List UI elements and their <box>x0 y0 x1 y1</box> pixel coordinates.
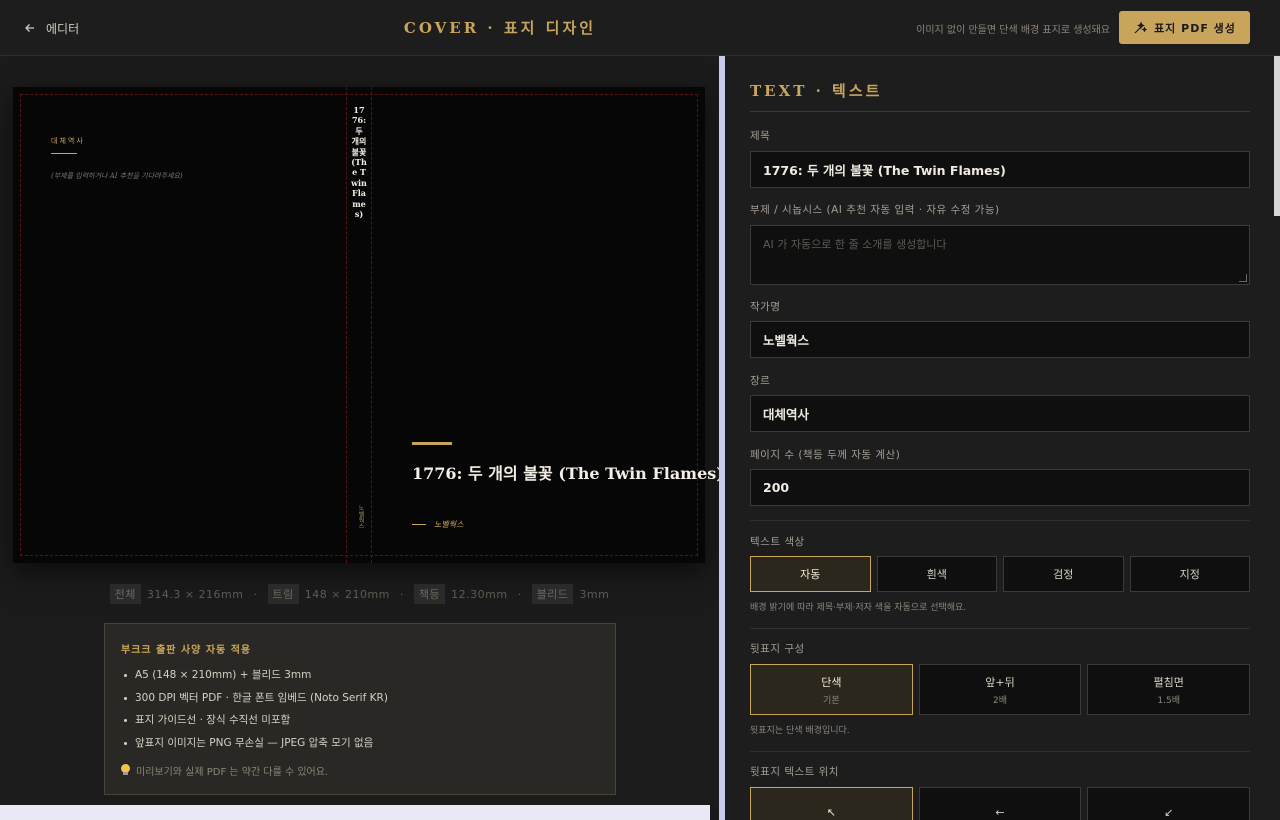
section-title: TEXT · 텍스트 <box>750 82 883 100</box>
subtitle-placeholder: AI 가 자동으로 한 줄 소개를 생성합니다 <box>763 238 947 251</box>
page-title: COVER · 표지 디자인 <box>403 19 597 37</box>
text-color-options: 자동 흰색 검정 지정 <box>750 556 1250 592</box>
subtitle-label: 부제 / 시놉시스 (AI 추천 자동 입력 · 자유 수정 가능) <box>750 204 1000 216</box>
publishing-spec-info: 부크크 출판 사양 자동 적용 A5 (148 × 210mm) + 블리드 3… <box>104 623 616 795</box>
genre-label: 장르 <box>750 375 771 387</box>
pdf-button-label: 표지 PDF 생성 <box>1154 21 1236 35</box>
front-cover-author: 노벨웍스 <box>412 519 463 530</box>
option-label: 단색 <box>821 675 842 689</box>
info-item: 표지 가이드선 · 장식 수직선 미포함 <box>121 713 599 736</box>
pages-input[interactable]: 200 <box>750 469 1250 506</box>
spec-value: 314.3 × 216mm <box>146 587 244 601</box>
spec-label: 전체 <box>109 584 141 604</box>
spec-separator: · <box>399 587 404 601</box>
spine-title: 1776: 두 개의 불꽃 (The Twin Flames) <box>351 105 370 220</box>
spine-guide-left <box>346 87 347 563</box>
sparkle-icon <box>1134 21 1148 33</box>
back-layout-spread[interactable]: 펼침면 1.5배 <box>1087 664 1251 715</box>
back-cover-subtitle: (부제를 입력하거나 AI 추천을 기다려주세요) <box>51 172 183 180</box>
top-bar: 에디터 COVER · 표지 디자인 이미지 없이 만들면 단색 배경 표지로 … <box>0 0 1280 56</box>
lightbulb-icon <box>121 764 130 776</box>
option-sub: 1.5배 <box>1157 695 1180 706</box>
divider <box>750 628 1250 629</box>
option-sub: 2배 <box>993 695 1008 706</box>
info-title: 부크크 출판 사양 자동 적용 <box>121 645 252 656</box>
spec-separator: · <box>253 587 258 601</box>
arrow-up-left-icon: ↖ <box>826 806 836 819</box>
header-hint: 이미지 없이 만들면 단색 배경 표지로 생성돼요 <box>916 25 1110 36</box>
subtitle-textarea[interactable]: AI 가 자동으로 한 줄 소개를 생성합니다 <box>750 225 1250 285</box>
cover-preview-area: 대체역사 (부제를 입력하거나 AI 추천을 기다려주세요) 1776: 두 개… <box>0 56 724 805</box>
author-dash <box>412 524 426 525</box>
cover-preview: 대체역사 (부제를 입력하거나 AI 추천을 기다려주세요) 1776: 두 개… <box>13 87 724 563</box>
text-color-custom[interactable]: 지정 <box>1129 556 1250 592</box>
spine-author: 노벨웍스 <box>357 505 364 529</box>
back-layout-front-back[interactable]: 앞+뒤 2배 <box>918 664 1082 715</box>
title-input[interactable]: 1776: 두 개의 불꽃 (The Twin Flames) <box>750 151 1250 188</box>
divider <box>750 751 1250 752</box>
generate-cover-pdf-button[interactable]: 표지 PDF 생성 <box>1119 11 1250 44</box>
spec-label: 책등 <box>413 584 446 604</box>
spec-value: 148 × 210mm <box>304 587 390 601</box>
text-color-black[interactable]: 검정 <box>1003 556 1124 592</box>
author-input[interactable]: 노벨웍스 <box>750 321 1250 358</box>
spec-value: 3mm <box>579 587 610 601</box>
front-cover-title: 1776: 두 개의 불꽃 (The Twin Flames) <box>412 464 724 483</box>
info-note-text: 미리보기와 실제 PDF 는 약간 다를 수 있어요. <box>136 766 329 778</box>
spine-guide-right <box>371 87 372 563</box>
back-layout-solid[interactable]: 단색 기본 <box>750 664 913 715</box>
genre-input[interactable]: 대체역사 <box>750 395 1250 432</box>
position-bottom-left-button[interactable]: ↙ <box>1087 787 1251 820</box>
back-layout-label: 뒷표지 구성 <box>750 643 805 655</box>
back-text-position-options: ↖ ← ↙ <box>750 787 1251 820</box>
title-label: 제목 <box>750 130 771 142</box>
spec-value: 12.30mm <box>451 587 508 601</box>
info-item: 300 DPI 벡터 PDF · 한글 폰트 임베드 (Noto Serif K… <box>121 691 599 714</box>
arrow-down-left-icon: ↙ <box>1164 806 1174 819</box>
back-text-position-label: 뒷표지 텍스트 위치 <box>750 766 839 778</box>
section-divider <box>750 111 1250 112</box>
cover-specs: 전체 314.3 × 216mm · 트림 148 × 210mm · 책등 1… <box>0 584 719 604</box>
spec-separator: · <box>517 587 522 601</box>
text-color-hint: 배경 밝기에 따라 제목·부제·저자 색을 자동으로 선택해요. <box>750 603 967 613</box>
info-note: 미리보기와 실제 PDF 는 약간 다를 수 있어요. <box>121 763 599 778</box>
pages-label: 페이지 수 (책등 두께 자동 계산) <box>750 449 901 461</box>
info-list: A5 (148 × 210mm) + 블리드 3mm 300 DPI 벡터 PD… <box>121 668 599 759</box>
author-label: 작가명 <box>750 301 781 313</box>
text-settings-panel: TEXT · 텍스트 제목 1776: 두 개의 불꽃 (The Twin Fl… <box>725 56 1280 820</box>
info-item: A5 (148 × 210mm) + 블리드 3mm <box>121 668 599 691</box>
spec-label: 블리드 <box>531 584 574 604</box>
option-label: 앞+뒤 <box>985 675 1015 689</box>
back-layout-options: 단색 기본 앞+뒤 2배 펼침면 1.5배 <box>750 664 1251 715</box>
spec-label: 트림 <box>267 584 299 604</box>
option-sub: 기본 <box>823 695 840 706</box>
front-author-name: 노벨웍스 <box>434 520 464 529</box>
text-color-auto[interactable]: 자동 <box>750 556 871 592</box>
info-item: 앞표지 이미지는 PNG 무손실 — JPEG 압축 모기 없음 <box>121 736 599 759</box>
option-label: 펼침면 <box>1153 675 1184 689</box>
position-left-button[interactable]: ← <box>918 787 1082 820</box>
text-color-white[interactable]: 흰색 <box>876 556 997 592</box>
front-cover-rule <box>412 442 452 445</box>
divider <box>750 520 1250 521</box>
scrollbar[interactable] <box>1274 56 1280 216</box>
back-layout-hint: 뒷표지는 단색 배경입니다. <box>750 726 850 736</box>
preview-bottom-strip <box>0 805 710 820</box>
resize-grip-icon[interactable] <box>1239 274 1247 282</box>
text-color-label: 텍스트 색상 <box>750 536 805 548</box>
position-top-left-button[interactable]: ↖ <box>750 787 913 820</box>
back-cover-genre: 대체역사 <box>51 137 85 145</box>
arrow-left-icon: ← <box>995 806 1005 819</box>
back-cover-rule <box>51 153 77 154</box>
